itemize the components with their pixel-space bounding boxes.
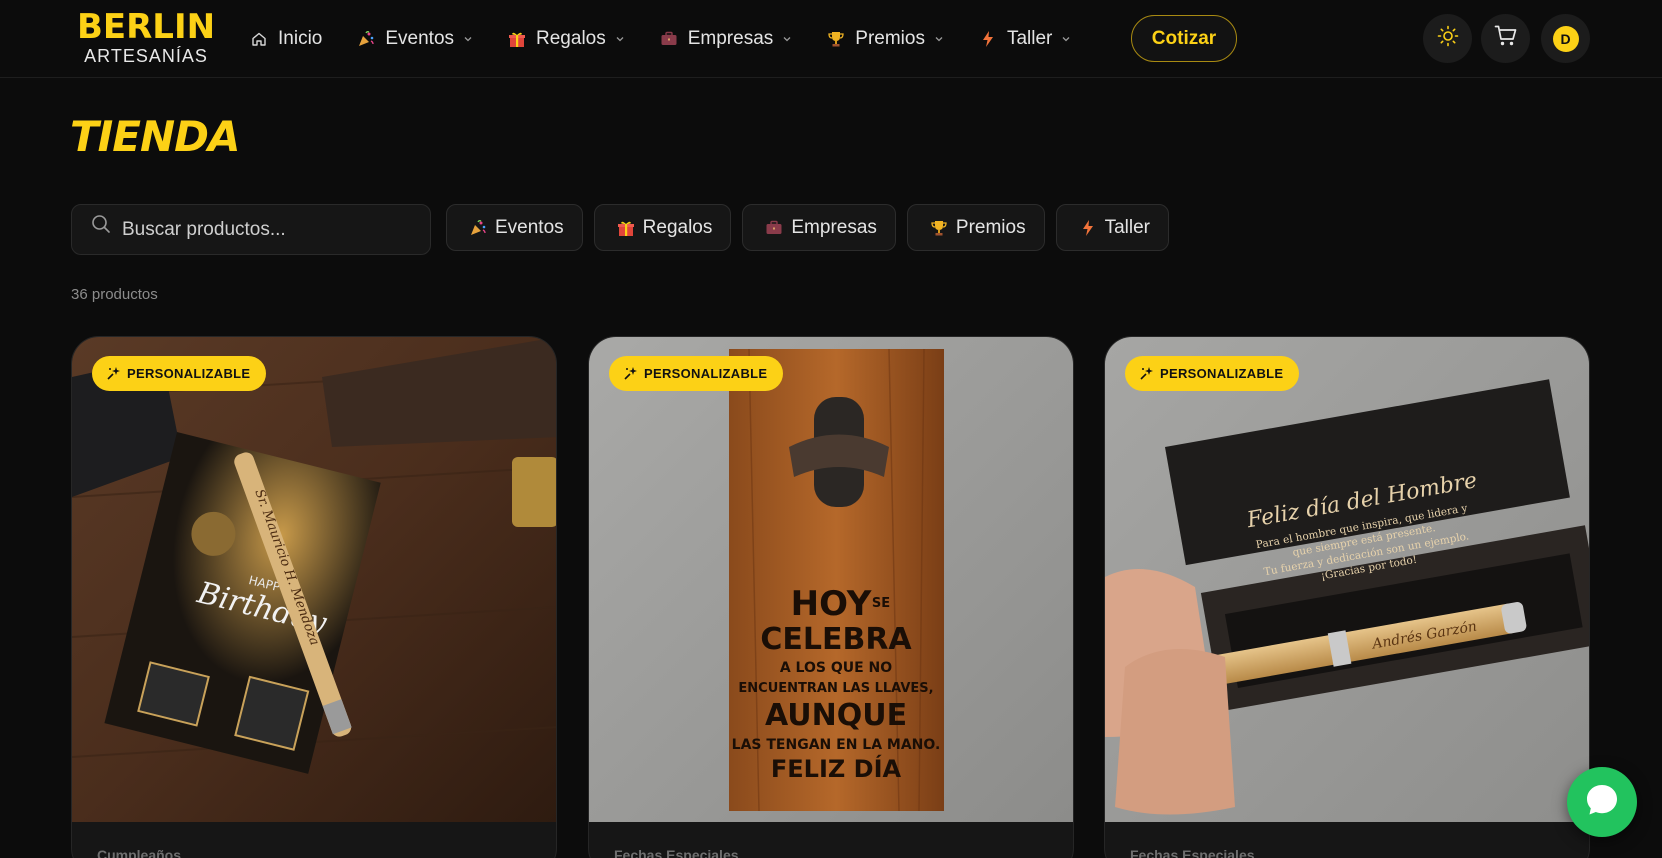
brand-logo[interactable]: BERLIN ARTESANÍAS (71, 8, 221, 66)
chevron-down-icon (782, 34, 792, 44)
filter-chip-label: Empresas (791, 216, 877, 238)
svg-text:FELIZ DÍA: FELIZ DÍA (771, 754, 902, 783)
filter-chip-taller[interactable]: Taller (1055, 204, 1169, 251)
results-count: 36 productos (71, 286, 158, 303)
trophy-icon (930, 219, 948, 237)
chevron-down-icon (934, 34, 944, 44)
product-image: HOY SE CELEBRA A LOS QUE NO ENCUENTRAN L… (589, 337, 1073, 822)
avatar: D (1552, 25, 1579, 52)
sparkles-icon (106, 366, 121, 381)
cart-icon (1494, 24, 1518, 53)
nav-item-regalos[interactable]: Regalos (508, 22, 625, 56)
party-popper-icon (357, 30, 375, 48)
customizable-badge: PERSONALIZABLE (609, 356, 784, 391)
badge-label: PERSONALIZABLE (127, 366, 251, 381)
svg-text:SE: SE (872, 596, 890, 611)
brand-tagline: ARTESANÍAS (84, 46, 208, 66)
filter-chip-regalos[interactable]: Regalos (593, 204, 732, 251)
cart-button[interactable] (1481, 14, 1530, 63)
product-card[interactable]: HAPPY Birthday Sr. Mauricio H. Mendoza P… (71, 336, 557, 858)
gift-icon (617, 219, 635, 237)
filter-chip-eventos[interactable]: Eventos (446, 204, 583, 251)
search-icon (90, 213, 112, 235)
nav-item-inicio[interactable]: Inicio (250, 22, 322, 56)
badge-label: PERSONALIZABLE (644, 366, 768, 381)
sparkles-icon (623, 366, 638, 381)
nav-label: Premios (855, 28, 925, 49)
sun-icon (1437, 25, 1459, 52)
chevron-down-icon (463, 34, 473, 44)
party-popper-icon (469, 219, 487, 237)
whatsapp-chat-button[interactable] (1567, 767, 1637, 837)
lightning-icon (979, 30, 997, 48)
product-search (71, 204, 431, 255)
home-icon (250, 30, 268, 48)
svg-text:AUNQUE: AUNQUE (765, 698, 907, 733)
nav-label: Taller (1006, 28, 1053, 49)
nav-label: Eventos (385, 28, 455, 49)
svg-text:CELEBRA: CELEBRA (760, 622, 912, 657)
trophy-icon (827, 30, 845, 48)
filter-chip-label: Eventos (495, 216, 564, 238)
filter-chip-premios[interactable]: Premios (906, 204, 1045, 251)
filter-chip-label: Premios (955, 216, 1026, 238)
nav-item-eventos[interactable]: Eventos (357, 22, 473, 56)
svg-text:ENCUENTRAN LAS LLAVES,: ENCUENTRAN LAS LLAVES, (738, 681, 933, 696)
nav-label: Inicio (278, 28, 323, 49)
sparkles-icon (1139, 366, 1154, 381)
customizable-badge: PERSONALIZABLE (92, 356, 267, 391)
briefcase-icon (660, 30, 678, 48)
product-card[interactable]: Feliz día del Hombre Para el hombre que … (1104, 336, 1590, 858)
lightning-icon (1079, 219, 1097, 237)
product-card[interactable]: HOY SE CELEBRA A LOS QUE NO ENCUENTRAN L… (588, 336, 1074, 858)
page-title: TIENDA (70, 112, 240, 161)
search-input[interactable] (122, 205, 422, 254)
filter-chip-label: Taller (1104, 216, 1150, 238)
main-nav: Inicio Eventos Regalos Empresas Premios … (250, 22, 1106, 56)
nav-item-empresas[interactable]: Empresas (660, 22, 793, 56)
product-category: Cumpleaños (97, 847, 182, 858)
chevron-down-icon (1061, 34, 1071, 44)
nav-item-premios[interactable]: Premios (827, 22, 944, 56)
product-image: HAPPY Birthday Sr. Mauricio H. Mendoza (72, 337, 556, 822)
theme-toggle-button[interactable] (1423, 14, 1472, 63)
nav-item-taller[interactable]: Taller (979, 22, 1071, 56)
gift-icon (508, 30, 526, 48)
svg-text:LAS TENGAN EN LA MANO.: LAS TENGAN EN LA MANO. (732, 737, 941, 753)
filter-chip-label: Regalos (642, 216, 713, 238)
product-image: Feliz día del Hombre Para el hombre que … (1105, 337, 1589, 822)
product-category: Fechas Especiales (614, 847, 739, 858)
svg-text:HOY: HOY (791, 584, 872, 624)
chevron-down-icon (615, 34, 625, 44)
site-header: BERLIN ARTESANÍAS Inicio Eventos Regalos (0, 0, 1662, 78)
svg-text:A LOS QUE NO: A LOS QUE NO (780, 660, 892, 676)
product-category: Fechas Especiales (1130, 847, 1255, 858)
category-filters: Eventos Regalos Empresas Premios Taller (446, 204, 1180, 251)
whatsapp-chat-icon (1583, 781, 1621, 824)
user-menu-button[interactable]: D (1541, 14, 1590, 63)
badge-label: PERSONALIZABLE (1160, 366, 1284, 381)
briefcase-icon (765, 219, 783, 237)
quote-button[interactable]: Cotizar (1131, 15, 1237, 62)
nav-label: Empresas (687, 28, 774, 49)
customizable-badge: PERSONALIZABLE (1125, 356, 1300, 391)
brand-name: BERLIN (76, 7, 216, 47)
nav-label: Regalos (536, 28, 606, 49)
filter-chip-empresas[interactable]: Empresas (742, 204, 896, 251)
